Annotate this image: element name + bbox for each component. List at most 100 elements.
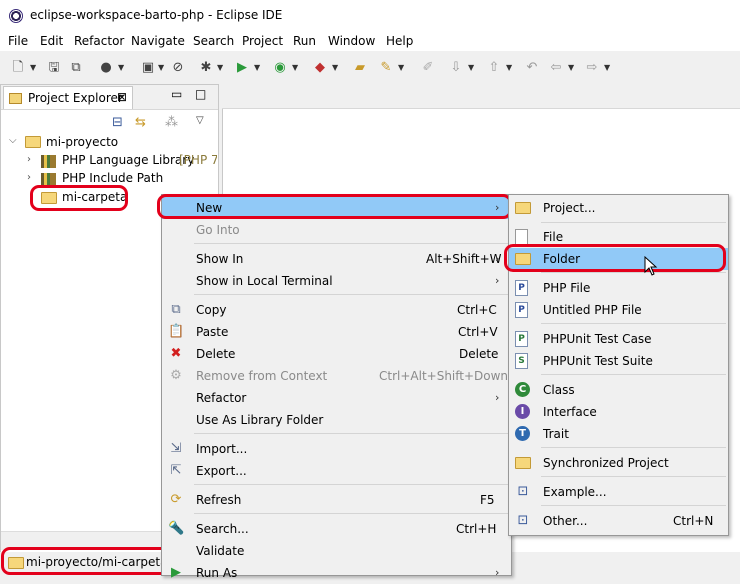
project-label: mi-proyecto <box>46 135 119 149</box>
menu-item-label: PHP File <box>543 281 591 295</box>
tree-item-language-library[interactable]: › PHP Language Library [PHP 7 <box>27 152 217 170</box>
chevron-right-icon[interactable]: › <box>27 154 31 165</box>
submenu-item-sync-project[interactable]: Synchronized Project <box>509 452 728 474</box>
menu-item-copy[interactable]: ⧉ Copy Ctrl+C <box>162 299 511 321</box>
skip-breakpoints-icon[interactable]: ⊘ <box>170 60 186 76</box>
menu-navigate[interactable]: Navigate <box>131 34 185 48</box>
chevron-down-icon[interactable]: ▼ <box>568 63 574 72</box>
prev-annotation-icon[interactable]: ⇧ <box>486 60 502 76</box>
submenu-item-trait[interactable]: T Trait <box>509 423 728 445</box>
menu-edit[interactable]: Edit <box>40 34 63 48</box>
menu-separator <box>541 222 726 223</box>
run-icon[interactable]: ▶ <box>234 60 250 76</box>
coverage-icon[interactable]: ◉ <box>272 60 288 76</box>
collapse-all-icon[interactable]: ⊟ <box>112 115 123 130</box>
menu-item-export[interactable]: ⇱ Export... <box>162 460 511 482</box>
menu-item-label: Paste <box>196 325 229 339</box>
last-edit-icon[interactable]: ↶ <box>524 60 540 76</box>
tab-project-explorer[interactable]: Project Explorer ⊠ <box>3 86 133 109</box>
menu-item-search[interactable]: 🔦 Search... Ctrl+H <box>162 518 511 540</box>
view-menu-icon[interactable]: ▽ <box>196 115 204 126</box>
interface-icon: I <box>515 404 530 419</box>
chevron-down-icon[interactable]: ▼ <box>118 63 124 72</box>
menu-item-paste[interactable]: 📋 Paste Ctrl+V <box>162 321 511 343</box>
menu-item-show-in[interactable]: Show In Alt+Shift+W › <box>162 248 511 270</box>
menu-item-refresh[interactable]: ⟳ Refresh F5 <box>162 489 511 511</box>
menu-item-label: Class <box>543 383 575 397</box>
debug-icon[interactable]: ✱ <box>198 60 214 76</box>
chevron-down-icon[interactable]: ▼ <box>332 63 338 72</box>
menu-item-refactor[interactable]: Refactor › <box>162 387 511 409</box>
profile-icon[interactable]: ● <box>98 60 114 76</box>
folder-icon <box>9 93 22 104</box>
menu-item-delete[interactable]: ✖ Delete Delete <box>162 343 511 365</box>
menu-help[interactable]: Help <box>386 34 413 48</box>
next-annotation-icon[interactable]: ⇩ <box>448 60 464 76</box>
open-folder-icon[interactable]: ▰ <box>352 60 368 76</box>
back-icon[interactable]: ⇦ <box>548 60 564 76</box>
submenu-item-interface[interactable]: I Interface <box>509 401 728 423</box>
tree-item-project[interactable]: ⌵ mi-proyecto <box>9 133 214 151</box>
submenu-item-project[interactable]: Project... <box>509 197 728 219</box>
main-toolbar: 🗋 ▼ 🖫 ⧉ ● ▼ ▣ ▼ ⊘ ✱ ▼ ▶ ▼ ◉ ▼ ◆ ▼ ▰ ✎ ▼ ✐ ⇩ ▼ ⇧ ▼ … <box>0 52 740 82</box>
submenu-item-phpunit-suite[interactable]: S PHPUnit Test Suite <box>509 350 728 372</box>
chevron-right-icon: › <box>495 391 500 404</box>
chevron-down-icon[interactable]: ▼ <box>604 63 610 72</box>
menu-item-label: Synchronized Project <box>543 456 669 470</box>
submenu-item-untitled-php[interactable]: P Untitled PHP File <box>509 299 728 321</box>
menu-separator <box>541 374 726 375</box>
close-icon[interactable]: ⊠ <box>117 90 127 104</box>
search-icon: 🔦 <box>168 521 185 536</box>
submenu-item-class[interactable]: C Class <box>509 379 728 401</box>
menu-item-remove-context[interactable]: ⚙ Remove from Context Ctrl+Alt+Shift+Dow… <box>162 365 511 387</box>
menu-item-show-terminal[interactable]: Show in Local Terminal › <box>162 270 511 292</box>
submenu-item-php-file[interactable]: P PHP File <box>509 277 728 299</box>
menu-item-label: Show in Local Terminal <box>196 274 333 288</box>
chevron-down-icon[interactable]: ▼ <box>398 63 404 72</box>
menu-item-label: Export... <box>196 464 247 478</box>
menu-item-label: Copy <box>196 303 227 317</box>
menu-search[interactable]: Search <box>193 34 234 48</box>
menu-refactor[interactable]: Refactor <box>74 34 124 48</box>
chevron-down-icon[interactable]: ▼ <box>158 63 164 72</box>
menu-item-label: Refactor <box>196 391 247 405</box>
save-all-icon[interactable]: ⧉ <box>68 60 84 76</box>
menu-item-go-into[interactable]: Go Into <box>162 219 511 241</box>
menu-item-use-as-library[interactable]: Use As Library Folder <box>162 409 511 431</box>
minimize-icon[interactable]: ▭ <box>171 87 182 101</box>
chevron-right-icon[interactable]: › <box>27 172 31 183</box>
menu-item-label: Refresh <box>196 493 242 507</box>
menu-item-import[interactable]: ⇲ Import... <box>162 438 511 460</box>
edit-disabled-icon: ✐ <box>422 60 434 75</box>
new-wizard-icon[interactable]: 🗋 <box>10 60 26 76</box>
menu-window[interactable]: Window <box>328 34 375 48</box>
maximize-icon[interactable]: □ <box>195 87 206 101</box>
external-tools-icon[interactable]: ◆ <box>312 60 328 76</box>
chevron-down-icon[interactable]: ▼ <box>254 63 260 72</box>
menu-run[interactable]: Run <box>293 34 316 48</box>
menu-file[interactable]: File <box>8 34 28 48</box>
include-path-label: PHP Include Path <box>62 171 164 185</box>
project-icon <box>515 202 531 214</box>
submenu-item-phpunit-case[interactable]: P PHPUnit Test Case <box>509 328 728 350</box>
filter-icon[interactable]: ⁂ <box>165 115 178 130</box>
menu-project[interactable]: Project <box>242 34 283 48</box>
link-editor-icon[interactable]: ⇆ <box>135 115 146 130</box>
chevron-down-icon[interactable]: ⌵ <box>9 135 17 146</box>
terminal-icon[interactable]: ▣ <box>140 60 156 76</box>
chevron-down-icon[interactable]: ▼ <box>217 63 223 72</box>
menu-separator <box>194 513 509 514</box>
submenu-item-other[interactable]: ⊡ Other... Ctrl+N <box>509 510 728 532</box>
save-icon[interactable]: 🖫 <box>46 60 62 76</box>
menu-item-run-as[interactable]: ▶ Run As › <box>162 562 511 584</box>
annotation-highlight <box>157 194 512 219</box>
submenu-item-example[interactable]: ⊡ Example... <box>509 481 728 503</box>
pen-icon[interactable]: ✎ <box>378 60 394 76</box>
chevron-down-icon[interactable]: ▼ <box>30 63 36 72</box>
chevron-down-icon[interactable]: ▼ <box>506 63 512 72</box>
forward-icon[interactable]: ⇨ <box>584 60 600 76</box>
menu-separator <box>541 272 726 273</box>
chevron-down-icon[interactable]: ▼ <box>468 63 474 72</box>
chevron-down-icon[interactable]: ▼ <box>292 63 298 72</box>
menu-item-validate[interactable]: Validate <box>162 540 511 562</box>
